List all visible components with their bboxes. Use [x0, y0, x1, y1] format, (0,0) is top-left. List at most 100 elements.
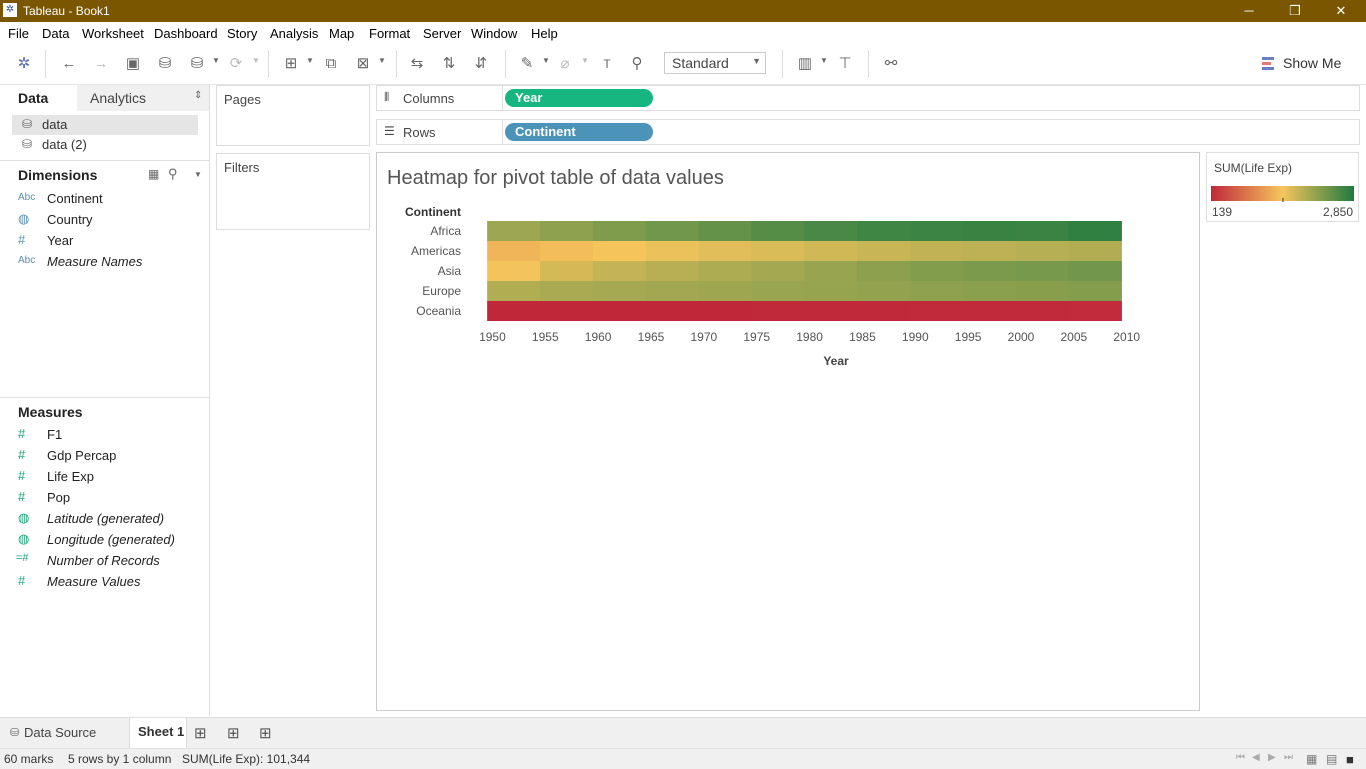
- show-sheet-sorter-icon[interactable]: ▤: [1326, 752, 1337, 766]
- show-cards-icon[interactable]: ▥: [794, 54, 816, 74]
- search-icon[interactable]: ⚲: [168, 166, 178, 182]
- new-worksheet-icon[interactable]: ⊞: [194, 724, 207, 742]
- heatmap-cell: [804, 221, 858, 241]
- heatmap-cell: [962, 221, 1017, 241]
- show-me-button[interactable]: Show Me: [1283, 55, 1341, 71]
- field-label: Year: [47, 233, 74, 248]
- show-filmstrip-icon[interactable]: ▦: [1306, 752, 1317, 766]
- new-story-icon[interactable]: ⊞: [259, 724, 272, 742]
- data-source-item[interactable]: ⛁ data (2): [12, 135, 198, 155]
- row-header: Continent: [405, 205, 461, 219]
- presentation-mode-icon[interactable]: ⊤: [834, 54, 856, 74]
- pages-card[interactable]: Pages: [216, 85, 370, 146]
- menu-worksheet[interactable]: Worksheet: [82, 26, 144, 41]
- show-me-icon[interactable]: [1262, 57, 1276, 70]
- heatmap-cell: [751, 221, 805, 241]
- tableau-home-icon[interactable]: ✲: [13, 54, 35, 74]
- chevron-down-icon[interactable]: ▼: [252, 56, 260, 65]
- minimize-button[interactable]: ─: [1226, 0, 1272, 22]
- clear-sheet-icon[interactable]: ⊠: [352, 54, 374, 74]
- continent-pill[interactable]: Continent: [505, 123, 653, 141]
- pill-label: Continent: [515, 124, 576, 139]
- last-sheet-icon[interactable]: ⏭: [1284, 752, 1293, 763]
- field-label: F1: [47, 427, 63, 442]
- duplicate-sheet-icon[interactable]: ⧉: [320, 54, 342, 74]
- heatmap-cell: [645, 221, 700, 241]
- menu-dashboard[interactable]: Dashboard: [154, 26, 218, 41]
- menu-format[interactable]: Format: [369, 26, 410, 41]
- heatmap-cell: [751, 241, 805, 261]
- measures-heading: Measures: [18, 404, 83, 420]
- chevron-down-icon[interactable]: ▼: [212, 56, 220, 65]
- fix-axes-icon[interactable]: ⚲: [626, 54, 648, 74]
- heatmap-cell: [540, 261, 594, 281]
- sort-ascending-icon[interactable]: ⇅: [438, 54, 460, 74]
- new-dashboard-icon[interactable]: ⊞: [227, 724, 240, 742]
- heatmap-cell: [487, 241, 541, 261]
- filters-card[interactable]: Filters: [216, 153, 370, 230]
- data-source-label: data: [42, 117, 68, 132]
- menu-analysis[interactable]: Analysis: [270, 26, 318, 41]
- highlight-icon[interactable]: ✎: [516, 54, 538, 74]
- x-tick-label: 1955: [532, 330, 559, 344]
- undo-icon[interactable]: ←: [58, 54, 80, 74]
- group-members-icon[interactable]: ⌀: [554, 54, 576, 74]
- columns-shelf[interactable]: ⦀ Columns Year: [376, 85, 1360, 111]
- heatmap-cell: [645, 261, 700, 281]
- heatmap-cell: [592, 241, 647, 261]
- chevron-down-icon[interactable]: ▼: [820, 56, 828, 65]
- new-data-source-icon[interactable]: ⛁: [154, 54, 176, 74]
- rows-shelf[interactable]: ☰ Rows Continent: [376, 119, 1360, 145]
- new-worksheet-icon[interactable]: ⊞: [280, 54, 302, 74]
- worksheet-view[interactable]: Heatmap for pivot table of data values C…: [376, 152, 1200, 711]
- menu-window[interactable]: Window: [471, 26, 517, 41]
- data-pane: Data Analytics ⇕ ⛁ data ⛁ data (2) Dimen…: [0, 85, 210, 716]
- show-tabs-icon[interactable]: ■: [1346, 752, 1354, 767]
- menu-help[interactable]: Help: [531, 26, 558, 41]
- menu-server[interactable]: Server: [423, 26, 461, 41]
- menu-data[interactable]: Data: [42, 26, 69, 41]
- field-label: Pop: [47, 490, 71, 505]
- heatmap-cell: [1068, 221, 1122, 241]
- sort-descending-icon[interactable]: ⇵: [470, 54, 492, 74]
- data-source-tab[interactable]: ⛁ Data Source: [0, 718, 128, 748]
- fit-mode-select[interactable]: Standard ▼: [664, 52, 766, 74]
- menu-story[interactable]: Story: [227, 26, 257, 41]
- menu-map[interactable]: Map: [329, 26, 354, 41]
- chevron-down-icon[interactable]: ▼: [542, 56, 550, 65]
- tab-data[interactable]: Data: [0, 85, 77, 111]
- swap-rows-columns-icon[interactable]: ⇆: [406, 54, 428, 74]
- sort-arrows-icon: ⇕: [194, 90, 203, 101]
- chevron-down-icon[interactable]: ▼: [194, 170, 202, 179]
- pause-updates-icon[interactable]: ⛁: [186, 54, 208, 74]
- share-icon[interactable]: ⚯: [880, 54, 902, 74]
- heatmap-cell: [1015, 241, 1070, 261]
- next-sheet-icon[interactable]: ▶: [1268, 752, 1276, 763]
- restore-button[interactable]: ❐: [1272, 0, 1318, 22]
- tab-sheet-1[interactable]: Sheet 1: [129, 718, 187, 748]
- close-button[interactable]: ✕: [1318, 0, 1364, 22]
- rows-label: Rows: [403, 125, 436, 140]
- refresh-icon[interactable]: ⟳: [225, 54, 247, 74]
- menu-file[interactable]: File: [8, 26, 29, 41]
- heatmap-cell: [487, 221, 541, 241]
- color-legend: SUM(Life Exp) 139 2,850: [1206, 152, 1359, 222]
- year-pill[interactable]: Year: [505, 89, 653, 107]
- data-source-tab-label: Data Source: [24, 725, 97, 740]
- show-labels-icon[interactable]: T: [596, 54, 618, 74]
- save-icon[interactable]: ▣: [122, 54, 144, 74]
- previous-sheet-icon[interactable]: ◀: [1252, 752, 1260, 763]
- chevron-down-icon[interactable]: ▼: [306, 56, 314, 65]
- view-as-list-icon[interactable]: ▦: [148, 167, 159, 181]
- data-source-item[interactable]: ⛁ data: [12, 115, 198, 135]
- heatmap-cell: [1068, 301, 1122, 321]
- redo-icon[interactable]: →: [90, 54, 112, 74]
- tab-analytics[interactable]: Analytics ⇕: [77, 85, 209, 111]
- x-tick-label: 1970: [691, 330, 718, 344]
- sum-summary: SUM(Life Exp): 101,344: [182, 752, 311, 766]
- database-icon: ⛁: [22, 117, 33, 131]
- chevron-down-icon[interactable]: ▼: [581, 56, 589, 65]
- first-sheet-icon[interactable]: ⏮: [1236, 752, 1245, 763]
- chevron-down-icon[interactable]: ▼: [378, 56, 386, 65]
- legend-title: SUM(Life Exp): [1214, 161, 1293, 175]
